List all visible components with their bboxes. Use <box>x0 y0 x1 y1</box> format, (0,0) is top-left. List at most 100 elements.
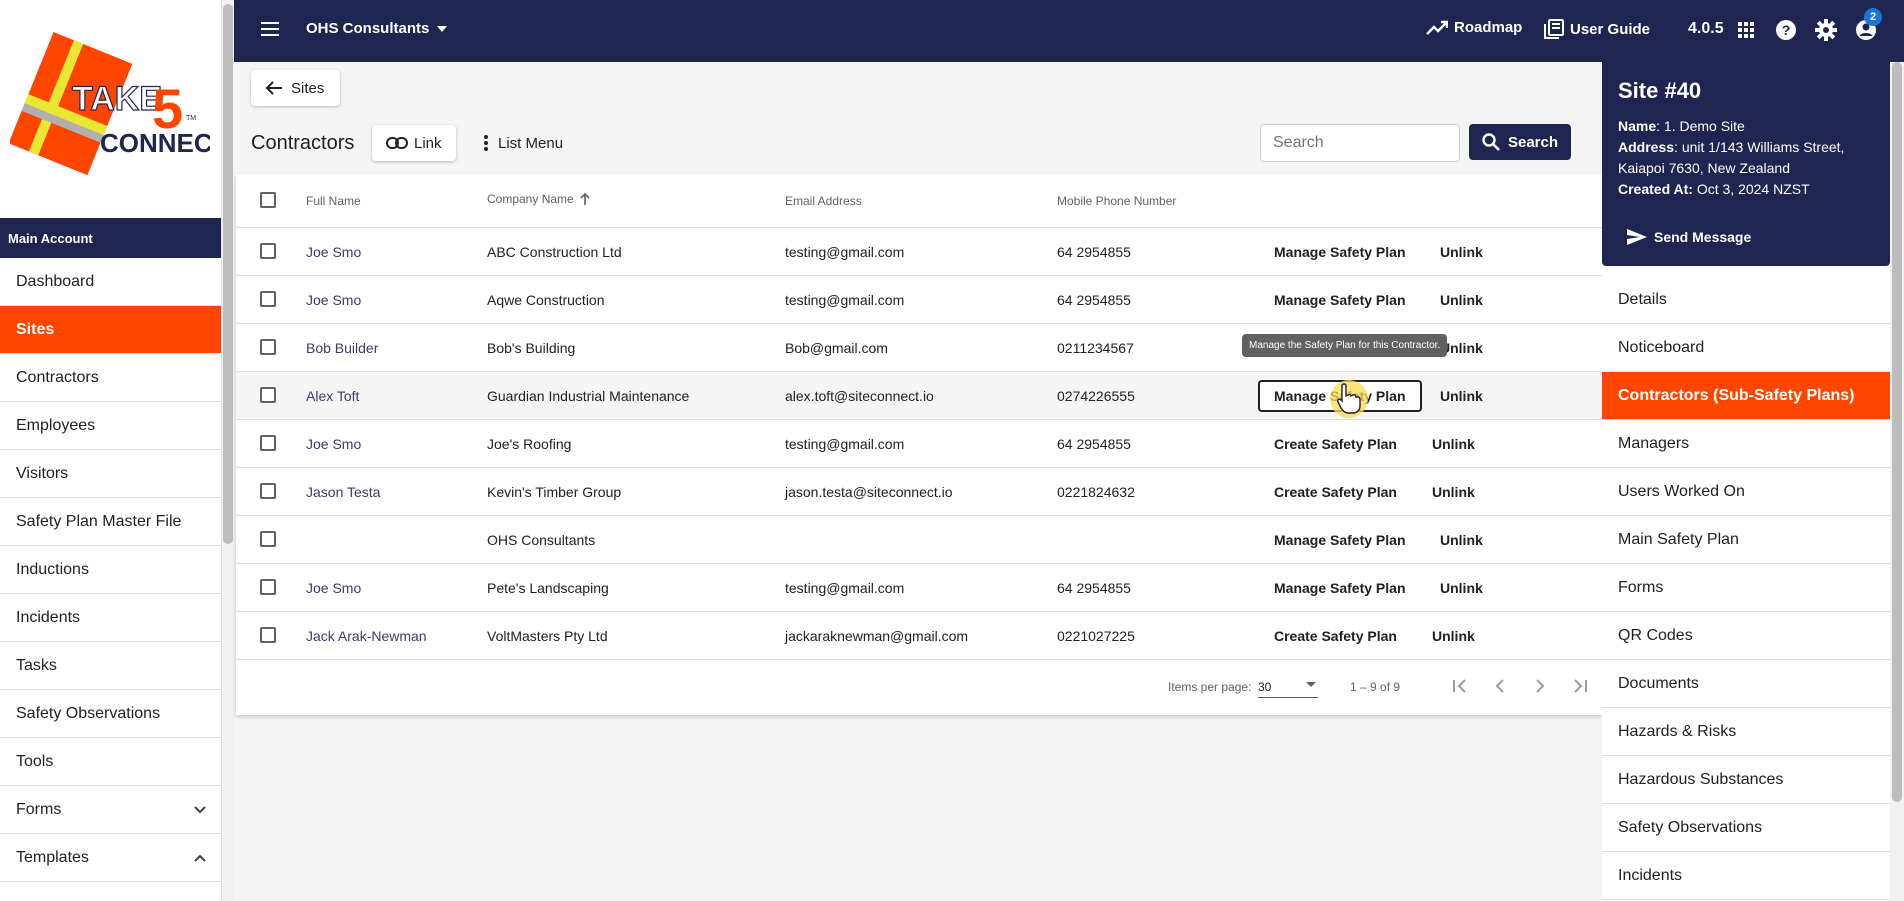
manage-safety-plan-button[interactable]: Manage Safety Plan <box>1258 284 1422 316</box>
row-checkbox[interactable] <box>260 579 276 595</box>
row-checkbox[interactable] <box>260 291 276 307</box>
right-scrollbar-thumb[interactable] <box>1892 62 1902 802</box>
cell-full-name[interactable]: Joe Smo <box>306 580 361 596</box>
take5-connect-logo[interactable]: TAKE 5 CONNECT TM <box>10 18 210 178</box>
sidebar-item-employees[interactable]: Employees <box>0 402 221 450</box>
site-nav-documents[interactable]: Documents <box>1602 660 1890 708</box>
link-contractor-button[interactable]: Link <box>372 125 456 161</box>
menu-icon[interactable] <box>260 19 280 39</box>
search-button[interactable]: Search <box>1469 124 1571 160</box>
back-to-sites-button[interactable]: Sites <box>251 70 341 106</box>
sidebar-item-incidents[interactable]: Incidents <box>0 594 221 642</box>
row-checkbox[interactable] <box>260 243 276 259</box>
apps-grid-icon[interactable] <box>1734 18 1758 42</box>
table-row[interactable]: Joe Smo Aqwe Construction testing@gmail.co… <box>236 276 1602 324</box>
column-full-name[interactable]: Full Name <box>306 194 361 208</box>
unlink-button[interactable]: Unlink <box>1440 388 1483 404</box>
settings-gear-icon[interactable] <box>1814 18 1838 42</box>
table-row[interactable]: Alex Toft Guardian Industrial Maintenance… <box>236 372 1602 420</box>
sidebar-item-templates[interactable]: Templates <box>0 834 221 882</box>
row-checkbox[interactable] <box>260 531 276 547</box>
cell-company-name: Bob's Building <box>487 340 576 356</box>
column-email[interactable]: Email Address <box>785 194 862 208</box>
cell-full-name[interactable]: Bob Builder <box>306 340 378 356</box>
row-checkbox[interactable] <box>260 627 276 643</box>
unlink-button[interactable]: Unlink <box>1432 628 1475 644</box>
cell-full-name[interactable]: Jack Arak-Newman <box>306 628 427 644</box>
unlink-button[interactable]: Unlink <box>1440 580 1483 596</box>
sidebar-scrollbar-thumb[interactable] <box>223 4 233 544</box>
unlink-button[interactable]: Unlink <box>1432 436 1475 452</box>
row-checkbox[interactable] <box>260 339 276 355</box>
cell-phone: 64 2954855 <box>1057 580 1131 596</box>
search-input[interactable] <box>1260 124 1460 162</box>
site-nav-details[interactable]: Details <box>1602 276 1890 324</box>
manage-safety-plan-button[interactable]: Manage Safety Plan <box>1258 572 1422 604</box>
row-checkbox[interactable] <box>260 387 276 403</box>
svg-text:?: ? <box>1782 22 1791 38</box>
list-menu-button[interactable]: List Menu <box>474 125 573 161</box>
manage-safety-plan-button[interactable]: Manage Safety Plan <box>1258 524 1422 556</box>
send-message-button[interactable]: Send Message <box>1626 228 1751 246</box>
unlink-button[interactable]: Unlink <box>1432 484 1475 500</box>
site-nav-hazardous-substances[interactable]: Hazardous Substances <box>1602 756 1890 804</box>
sidebar-item-label: Safety Observations <box>16 704 161 722</box>
user-guide-link[interactable]: User Guide <box>1544 19 1650 39</box>
cell-full-name[interactable]: Joe Smo <box>306 244 361 260</box>
site-nav-hazards-risks[interactable]: Hazards & Risks <box>1602 708 1890 756</box>
cell-full-name[interactable]: Jason Testa <box>306 484 380 500</box>
site-nav-noticeboard[interactable]: Noticeboard <box>1602 324 1890 372</box>
table-row[interactable]: Joe Smo Pete's Landscaping testing@gmail.c… <box>236 564 1602 612</box>
table-row[interactable]: Joe Smo Joe's Roofing testing@gmail.com 64 … <box>236 420 1602 468</box>
help-icon[interactable]: ? <box>1774 18 1798 42</box>
create-safety-plan-button[interactable]: Create Safety Plan <box>1258 620 1413 652</box>
site-nav-qr-codes[interactable]: QR Codes <box>1602 612 1890 660</box>
sidebar-item-safety-observations[interactable]: Safety Observations <box>0 690 221 738</box>
sidebar-item-visitors[interactable]: Visitors <box>0 450 221 498</box>
search-icon <box>1482 133 1500 151</box>
sidebar-item-tools[interactable]: Tools <box>0 738 221 786</box>
table-row[interactable]: Joe Smo ABC Construction Ltd testing@gmail… <box>236 228 1602 276</box>
row-checkbox[interactable] <box>260 483 276 499</box>
site-nav-forms[interactable]: Forms <box>1602 564 1890 612</box>
next-page-icon[interactable] <box>1530 676 1550 696</box>
sidebar-item-contractors[interactable]: Contractors <box>0 354 221 402</box>
site-nav-main-safety-plan[interactable]: Main Safety Plan <box>1602 516 1890 564</box>
send-icon <box>1627 229 1647 245</box>
site-nav-users-worked-on[interactable]: Users Worked On <box>1602 468 1890 516</box>
site-nav-contractors-sub-safety-plans[interactable]: Contractors (Sub-Safety Plans) <box>1602 372 1890 420</box>
sidebar-item-forms[interactable]: Forms <box>0 786 221 834</box>
roadmap-link[interactable]: Roadmap <box>1426 19 1522 36</box>
previous-page-icon[interactable] <box>1490 676 1510 696</box>
site-nav-safety-observations[interactable]: Safety Observations <box>1602 804 1890 852</box>
column-company-name[interactable]: Company Name <box>487 192 590 206</box>
create-safety-plan-button[interactable]: Create Safety Plan <box>1258 428 1413 460</box>
sidebar-item-label: Incidents <box>16 608 81 626</box>
items-per-page-select[interactable]: 30 <box>1258 674 1318 698</box>
sidebar-item-dashboard[interactable]: Dashboard <box>0 258 221 306</box>
first-page-icon[interactable] <box>1450 676 1470 696</box>
table-row[interactable]: OHS Consultants Manage Safety Plan Unlink <box>236 516 1602 564</box>
site-nav-managers[interactable]: Managers <box>1602 420 1890 468</box>
table-row[interactable]: Jack Arak-Newman VoltMasters Pty Ltd jacka… <box>236 612 1602 660</box>
unlink-button[interactable]: Unlink <box>1440 532 1483 548</box>
cell-full-name[interactable]: Joe Smo <box>306 292 361 308</box>
table-row[interactable]: Jason Testa Kevin's Timber Group jason.tes… <box>236 468 1602 516</box>
sidebar-item-tasks[interactable]: Tasks <box>0 642 221 690</box>
unlink-button[interactable]: Unlink <box>1440 292 1483 308</box>
sidebar-item-sites[interactable]: Sites <box>0 306 221 354</box>
last-page-icon[interactable] <box>1570 676 1590 696</box>
select-all-checkbox[interactable] <box>260 192 276 208</box>
unlink-button[interactable]: Unlink <box>1440 244 1483 260</box>
cell-full-name[interactable]: Joe Smo <box>306 436 361 452</box>
manage-safety-plan-button[interactable]: Manage Safety Plan <box>1258 236 1422 268</box>
sidebar-item-inductions[interactable]: Inductions <box>0 546 221 594</box>
cell-full-name[interactable]: Alex Toft <box>306 388 359 404</box>
sidebar-item-safety-plan-master-file[interactable]: Safety Plan Master File <box>0 498 221 546</box>
site-nav-incidents[interactable]: Incidents <box>1602 852 1890 900</box>
create-safety-plan-button[interactable]: Create Safety Plan <box>1258 476 1413 508</box>
row-checkbox[interactable] <box>260 435 276 451</box>
sidebar-item-label: Safety Plan Master File <box>16 512 182 530</box>
column-phone[interactable]: Mobile Phone Number <box>1057 194 1176 208</box>
org-switcher[interactable]: OHS Consultants <box>306 20 448 37</box>
